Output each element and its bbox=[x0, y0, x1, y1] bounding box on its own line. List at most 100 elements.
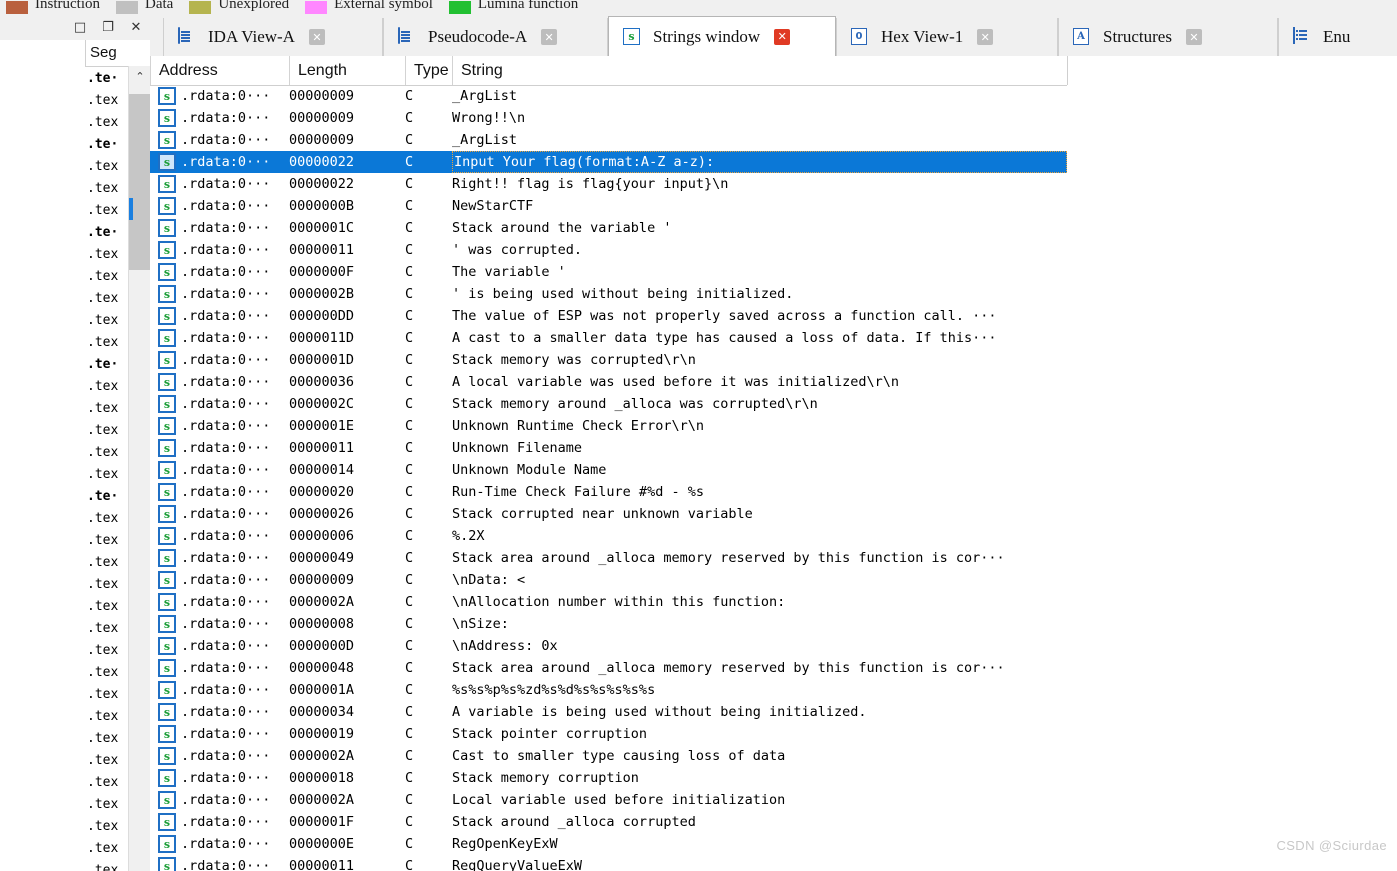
cell-address: .rdata:0··· bbox=[181, 154, 271, 170]
cell-address: .rdata:0··· bbox=[181, 264, 271, 280]
string-icon-glyph: s bbox=[158, 417, 176, 435]
table-row[interactable]: s .rdata:0··· 0000000D C \nAddress: 0x bbox=[150, 635, 1397, 657]
legend-item-label: External symbol bbox=[334, 0, 433, 12]
table-row[interactable]: s .rdata:0··· 00000009 C Wrong!!\n bbox=[150, 107, 1397, 129]
column-header-type[interactable]: Type bbox=[405, 56, 452, 85]
table-row[interactable]: s .rdata:0··· 00000006 C %.2X bbox=[150, 525, 1397, 547]
cell-type: C bbox=[405, 682, 414, 698]
table-row[interactable]: s .rdata:0··· 00000036 C A local variable wa… bbox=[150, 371, 1397, 393]
table-row[interactable]: s .rdata:0··· 00000022 C Input Your flag(for… bbox=[150, 151, 1397, 173]
left-subwindow-body: Seg .te· .tex .tex .te· .tex .tex .tex .te· .tex… bbox=[0, 40, 151, 871]
cell-length: 0000011D bbox=[289, 330, 355, 346]
table-row[interactable]: s .rdata:0··· 00000018 C Stack memory corrup… bbox=[150, 767, 1397, 789]
table-row[interactable]: s .rdata:0··· 0000001F C Stack around _alloc… bbox=[150, 811, 1397, 833]
cell-address: .rdata:0··· bbox=[181, 748, 271, 764]
tab-enu[interactable]: Enu bbox=[1278, 18, 1397, 56]
tab-close-icon[interactable]: ✕ bbox=[541, 29, 558, 45]
table-row[interactable]: s .rdata:0··· 00000034 C A variable is being… bbox=[150, 701, 1397, 723]
tab-close-icon[interactable]: ✕ bbox=[774, 28, 791, 45]
window-tab-bar[interactable]: IDA View-A ✕ Pseudocode-A ✕ s Strings window ✕… bbox=[150, 14, 1397, 57]
tab-strings-window[interactable]: s Strings window ✕ bbox=[608, 16, 836, 57]
table-row[interactable]: s .rdata:0··· 00000008 C \nSize: bbox=[150, 613, 1397, 635]
table-row[interactable]: s .rdata:0··· 0000011D C A cast to a smaller… bbox=[150, 327, 1397, 349]
table-row[interactable]: s .rdata:0··· 0000000E C RegOpenKeyExW bbox=[150, 833, 1397, 855]
table-row[interactable]: s .rdata:0··· 00000011 C ' was corrupted. bbox=[150, 239, 1397, 261]
cell-type: C bbox=[405, 506, 414, 522]
string-icon-glyph: s bbox=[158, 263, 176, 281]
tab-close-icon[interactable]: ✕ bbox=[1185, 29, 1202, 45]
table-row[interactable]: s .rdata:0··· 00000022 C Right!! flag is fla… bbox=[150, 173, 1397, 195]
table-row[interactable]: s .rdata:0··· 0000000B C NewStarCTF bbox=[150, 195, 1397, 217]
cell-length: 000000DD bbox=[289, 308, 355, 324]
cell-length: 00000011 bbox=[289, 858, 355, 871]
scrollbar-thumb[interactable] bbox=[129, 94, 150, 270]
table-row[interactable]: s .rdata:0··· 0000001D C Stack memory was co… bbox=[150, 349, 1397, 371]
string-icon-glyph: s bbox=[158, 461, 176, 479]
table-row[interactable]: s .rdata:0··· 0000002A C \nAllocation number… bbox=[150, 591, 1397, 613]
column-header-length[interactable]: Length bbox=[289, 56, 405, 85]
cell-type: C bbox=[405, 330, 414, 346]
table-row[interactable]: s .rdata:0··· 00000009 C \nData: < bbox=[150, 569, 1397, 591]
table-row[interactable]: s .rdata:0··· 0000002A C Cast to smaller typ… bbox=[150, 745, 1397, 767]
tab-pseudocode-a[interactable]: Pseudocode-A ✕ bbox=[383, 18, 608, 56]
table-row[interactable]: s .rdata:0··· 00000009 C _ArgList bbox=[150, 85, 1397, 107]
cell-string: The variable ' bbox=[452, 264, 566, 280]
string-type-icon: s bbox=[158, 351, 176, 369]
tab-label: IDA View-A bbox=[208, 27, 295, 46]
string-icon-glyph: s bbox=[158, 483, 176, 501]
cell-length: 00000049 bbox=[289, 550, 355, 566]
table-row[interactable]: s .rdata:0··· 0000001A C %s%s%p%s%zd%s%d%s%s… bbox=[150, 679, 1397, 701]
cell-type: C bbox=[405, 484, 414, 500]
table-row[interactable]: s .rdata:0··· 00000048 C Stack area around _… bbox=[150, 657, 1397, 679]
table-row[interactable]: s .rdata:0··· 00000011 C Unknown Filename bbox=[150, 437, 1397, 459]
column-header-address[interactable]: Address bbox=[150, 56, 289, 85]
cell-length: 0000001C bbox=[289, 220, 355, 236]
tab-hex-view-1[interactable]: 0 Hex View-1 ✕ bbox=[836, 18, 1058, 56]
maximize-button[interactable]: □ bbox=[66, 15, 94, 39]
table-row[interactable]: s .rdata:0··· 0000002A C Local variable used… bbox=[150, 789, 1397, 811]
table-row[interactable]: s .rdata:0··· 00000026 C Stack corrupted nea… bbox=[150, 503, 1397, 525]
cell-length: 00000022 bbox=[289, 176, 355, 192]
table-row[interactable]: s .rdata:0··· 0000001E C Unknown Runtime Che… bbox=[150, 415, 1397, 437]
segment-column-header[interactable]: Seg bbox=[85, 40, 150, 67]
tab-structures[interactable]: A Structures ✕ bbox=[1058, 18, 1278, 56]
cell-string: RegQueryValueExW bbox=[452, 858, 583, 871]
cell-address: .rdata:0··· bbox=[181, 836, 271, 852]
string-icon-glyph: s bbox=[158, 109, 176, 127]
table-row[interactable]: s .rdata:0··· 00000009 C _ArgList bbox=[150, 129, 1397, 151]
table-row[interactable]: s .rdata:0··· 00000014 C Unknown Module Name bbox=[150, 459, 1397, 481]
strings-column-header-row[interactable]: Address Length Type String bbox=[150, 56, 1067, 86]
cell-type: C bbox=[405, 418, 414, 434]
cell-address: .rdata:0··· bbox=[181, 374, 271, 390]
scroll-up-icon[interactable]: ⌃ bbox=[129, 66, 150, 86]
strings-table-body[interactable]: s .rdata:0··· 00000009 C _ArgList s .rdata:0··… bbox=[150, 85, 1397, 871]
close-button[interactable]: ✕ bbox=[122, 15, 150, 39]
tab-close-icon[interactable]: ✕ bbox=[977, 29, 994, 45]
string-type-icon: s bbox=[158, 241, 176, 259]
table-row[interactable]: s .rdata:0··· 0000002C C Stack memory around… bbox=[150, 393, 1397, 415]
cell-type: C bbox=[405, 660, 414, 676]
table-row[interactable]: s .rdata:0··· 00000049 C Stack area around _… bbox=[150, 547, 1397, 569]
cell-type: C bbox=[405, 726, 414, 742]
tab-close-icon[interactable]: ✕ bbox=[308, 29, 325, 45]
header-right-separator bbox=[1067, 56, 1068, 85]
table-row[interactable]: s .rdata:0··· 00000011 C RegQueryValueExW bbox=[150, 855, 1397, 871]
table-row[interactable]: s .rdata:0··· 000000DD C The value of ESP wa… bbox=[150, 305, 1397, 327]
restore-button[interactable]: ❐ bbox=[94, 15, 122, 39]
table-row[interactable]: s .rdata:0··· 00000019 C Stack pointer corru… bbox=[150, 723, 1397, 745]
cell-string: Input Your flag(format:A-Z a-z): bbox=[452, 151, 1067, 173]
cell-address: .rdata:0··· bbox=[181, 858, 271, 871]
column-header-string[interactable]: String bbox=[452, 56, 1067, 85]
left-subwindow-scrollbar[interactable]: ⌃ bbox=[128, 66, 150, 871]
string-type-icon: s bbox=[158, 417, 176, 435]
cell-string: Right!! flag is flag{your input}\n bbox=[452, 176, 729, 192]
table-row[interactable]: s .rdata:0··· 0000000F C The variable ' bbox=[150, 261, 1397, 283]
string-icon-glyph: s bbox=[158, 857, 176, 871]
cell-length: 0000001D bbox=[289, 352, 355, 368]
string-type-icon: s bbox=[158, 219, 176, 237]
string-type-icon: s bbox=[158, 835, 176, 853]
table-row[interactable]: s .rdata:0··· 0000002B C ' is being used wit… bbox=[150, 283, 1397, 305]
table-row[interactable]: s .rdata:0··· 00000020 C Run-Time Check Fail… bbox=[150, 481, 1397, 503]
tab-ida-view-a[interactable]: IDA View-A ✕ bbox=[163, 18, 383, 56]
table-row[interactable]: s .rdata:0··· 0000001C C Stack around the va… bbox=[150, 217, 1397, 239]
